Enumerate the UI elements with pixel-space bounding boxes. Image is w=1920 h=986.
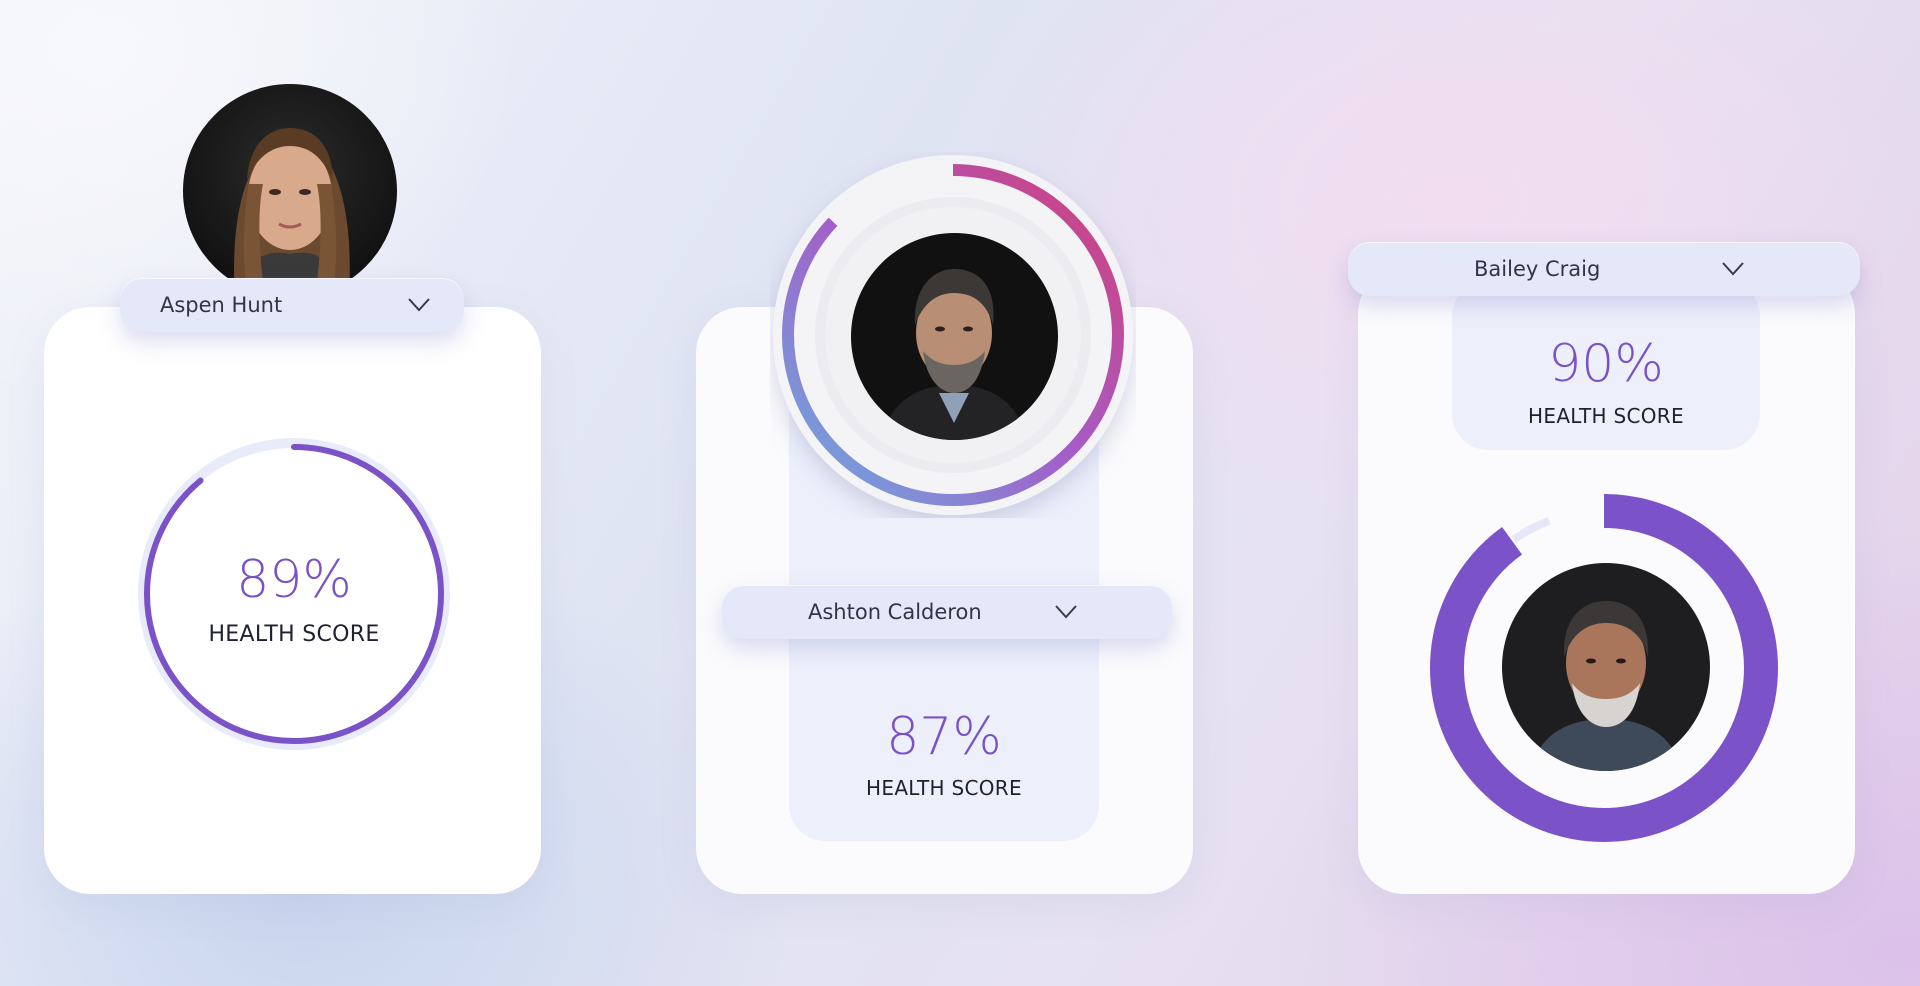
profile-name: Ashton Calderon <box>808 600 982 624</box>
health-score-label: HEALTH SCORE <box>1528 404 1684 428</box>
chevron-down-icon <box>1055 605 1077 619</box>
chevron-down-icon <box>1722 262 1744 276</box>
health-score-label: HEALTH SCORE <box>208 622 380 647</box>
health-score-value: 89% <box>236 550 352 610</box>
avatar-ashton <box>851 233 1058 440</box>
profile-name: Aspen Hunt <box>160 293 283 317</box>
health-score-value: 90% <box>1548 334 1664 394</box>
profile-dropdown-ashton[interactable]: Ashton Calderon <box>722 585 1172 639</box>
avatar-bailey <box>1502 563 1710 771</box>
profile-dropdown-bailey[interactable]: Bailey Craig <box>1348 242 1860 296</box>
health-score-label: HEALTH SCORE <box>866 776 1022 800</box>
profile-dropdown-aspen[interactable]: Aspen Hunt <box>120 278 464 332</box>
health-score-value: 87% <box>886 707 1002 767</box>
chevron-down-icon <box>408 298 430 312</box>
profile-name: Bailey Craig <box>1474 257 1601 281</box>
avatar-aspen <box>183 84 397 298</box>
